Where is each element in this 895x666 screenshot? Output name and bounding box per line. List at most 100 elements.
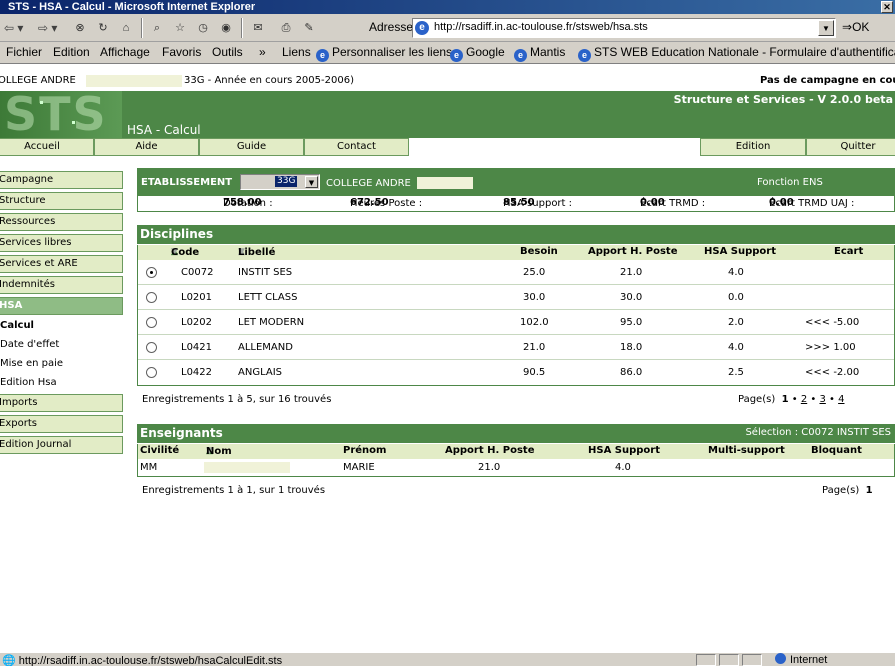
link-mantis[interactable]: e Mantis [514,45,565,62]
sidebar-item-imports[interactable]: Imports [0,394,123,412]
nav-quitter[interactable]: Quitter [806,138,895,156]
close-icon[interactable]: ✕ [881,1,893,13]
nav-aide[interactable]: Aide [94,138,199,156]
cell-prenom: MARIE [343,462,375,473]
cell-libelle: ALLEMAND [238,342,293,353]
sidebar-sub-mise-en-paie[interactable]: Mise en paie [0,355,122,372]
dotation-label: Dotation : [223,198,273,209]
heures-poste-label: Heures Poste : [350,198,423,209]
chevron-down-icon[interactable]: ▼ [818,20,834,36]
cell-libelle: LET MODERN [238,317,305,328]
table-row[interactable]: L0421 ALLEMAND 21.0 18.0 4.0 >>> 1.00 [138,335,894,360]
row-radio[interactable] [146,317,157,328]
menu-fichier[interactable]: Fichier [6,45,42,59]
sidebar-sub-edition-hsa[interactable]: Edition Hsa [0,374,122,391]
address-url[interactable]: http://rsadiff.in.ac-toulouse.fr/stsweb/… [434,21,648,33]
sidebar-item-edition-journal[interactable]: Edition Journal [0,436,123,454]
cell-ecart: >>> 1.00 [805,342,856,353]
menu-more-icon[interactable]: » [259,45,266,59]
col-bloquant: Bloquant [811,445,862,456]
app-name: Structure et Services - V 2.0.0 beta [673,93,893,106]
address-input[interactable]: e http://rsadiff.in.ac-toulouse.fr/stswe… [412,18,836,38]
forward-icon[interactable]: ⇨ ▾ [38,20,57,36]
enseignants-header: Enseignants Sélection : C0072 INSTIT SES [137,424,895,443]
logo-dot [40,101,43,104]
etablissement-select[interactable]: 33G ▼ [240,174,320,190]
toolbar-separator [241,18,243,38]
row-radio[interactable] [146,292,157,303]
table-row[interactable]: L0201 LETT CLASS 30.0 30.0 0.0 [138,285,894,310]
cell-apport: 21.0 [620,267,643,278]
cell-ecart: <<< -5.00 [805,317,860,328]
logo-dot [72,121,75,124]
sidebar-item-services-libres[interactable]: Services libres [0,234,123,252]
cell-apport: 30.0 [620,292,643,303]
sidebar-item-services-are[interactable]: Services et ARE [0,255,123,273]
pager-link-3[interactable]: 3 [819,394,825,405]
stop-icon[interactable]: ⊗ [72,20,88,36]
sidebar-item-campagne[interactable]: Campagne [0,171,123,189]
chevron-down-icon[interactable]: ▼ [305,176,318,188]
media-icon[interactable]: ◉ [218,20,234,36]
history-icon[interactable]: ◷ [195,20,211,36]
edit-icon[interactable]: ✎ [301,20,317,36]
cell-hsa: 4.0 [728,342,744,353]
sidebar-item-indemnites[interactable]: Indemnités [0,276,123,294]
security-zone: Internet [775,653,827,666]
sidebar-sub-calcul[interactable]: Calcul [0,317,122,334]
col-code: Code [171,247,200,258]
sidebar-item-hsa[interactable]: HSA [0,297,123,315]
col-apport: Apport H. Poste [445,445,535,456]
cell-hsa: 4.0 [728,267,744,278]
menu-affichage[interactable]: Affichage [100,45,150,59]
row-radio[interactable] [146,367,157,378]
pager-link-4[interactable]: 4 [838,394,844,405]
disciplines-title: Disciplines [140,227,214,241]
cell-civilite: MM [140,462,158,473]
menu-edition[interactable]: Edition [53,45,90,59]
table-row[interactable]: L0202 LET MODERN 102.0 95.0 2.0 <<< -5.0… [138,310,894,335]
row-radio[interactable] [146,267,157,278]
search-icon[interactable]: ⌕ [149,20,165,36]
mail-icon[interactable]: ✉ [250,20,266,36]
table-row[interactable]: L0422 ANGLAIS 90.5 86.0 2.5 <<< -2.00 [138,360,894,385]
cell-apport: 95.0 [620,317,643,328]
sidebar-item-ressources[interactable]: Ressources [0,213,123,231]
cell-libelle: LETT CLASS [238,292,298,303]
home-icon[interactable]: ⌂ [118,20,134,36]
sidebar-item-structure[interactable]: Structure [0,192,123,210]
nav-contact[interactable]: Contact [304,138,409,156]
app-banner: STS Structure et Services - V 2.0.0 beta… [0,91,895,138]
go-button[interactable]: ⇒OK [842,20,869,34]
table-row[interactable]: C0072 INSTIT SES 25.0 21.0 4.0 [138,260,894,285]
ecart-trmd-uaj-label: Écart TRMD UAJ : [769,198,855,209]
col-multi-support: Multi-support [708,445,785,456]
disciplines-pager: Page(s) 1 • 2 • 3 • 4 [738,394,845,405]
nav-guide[interactable]: Guide [199,138,304,156]
print-icon[interactable]: ⎙ [278,20,294,36]
link-sts-auth[interactable]: e STS WEB Education Nationale - Formulair… [578,45,895,62]
refresh-icon[interactable]: ↻ [95,20,111,36]
cell-libelle: ANGLAIS [238,367,283,378]
link-google[interactable]: e Google [450,45,505,62]
sidebar-item-exports[interactable]: Exports [0,415,123,433]
sidebar-sub-date-effet[interactable]: Date d'effet [0,336,122,353]
row-radio[interactable] [146,342,157,353]
cell-ecart: <<< -2.00 [805,367,860,378]
favorites-icon[interactable]: ☆ [172,20,188,36]
link-personnaliser[interactable]: e Personnaliser les liens [316,45,452,62]
toolbar-separator [141,18,143,38]
cell-besoin: 102.0 [520,317,549,328]
pager-label: Page(s) [738,394,776,405]
nav-accueil[interactable]: Accueil [0,138,94,156]
enseignants-selection: Sélection : C0072 INSTIT SES [745,427,891,438]
menu-favoris[interactable]: Favoris [162,45,201,59]
back-icon[interactable]: ⇦ ▾ [4,20,23,36]
heures-poste-stat: Heures Poste : 672.50 [350,197,422,209]
etablissement-bar: ETABLISSEMENT 33G ▼ COLLEGE ANDRE Foncti… [137,168,895,196]
globe-icon [775,653,786,664]
stats-bar: Dotation : 758.00 Heures Poste : 672.50 … [137,196,895,212]
pager-link-2[interactable]: 2 [801,394,807,405]
menu-outils[interactable]: Outils [212,45,243,59]
nav-edition[interactable]: Edition [700,138,806,156]
